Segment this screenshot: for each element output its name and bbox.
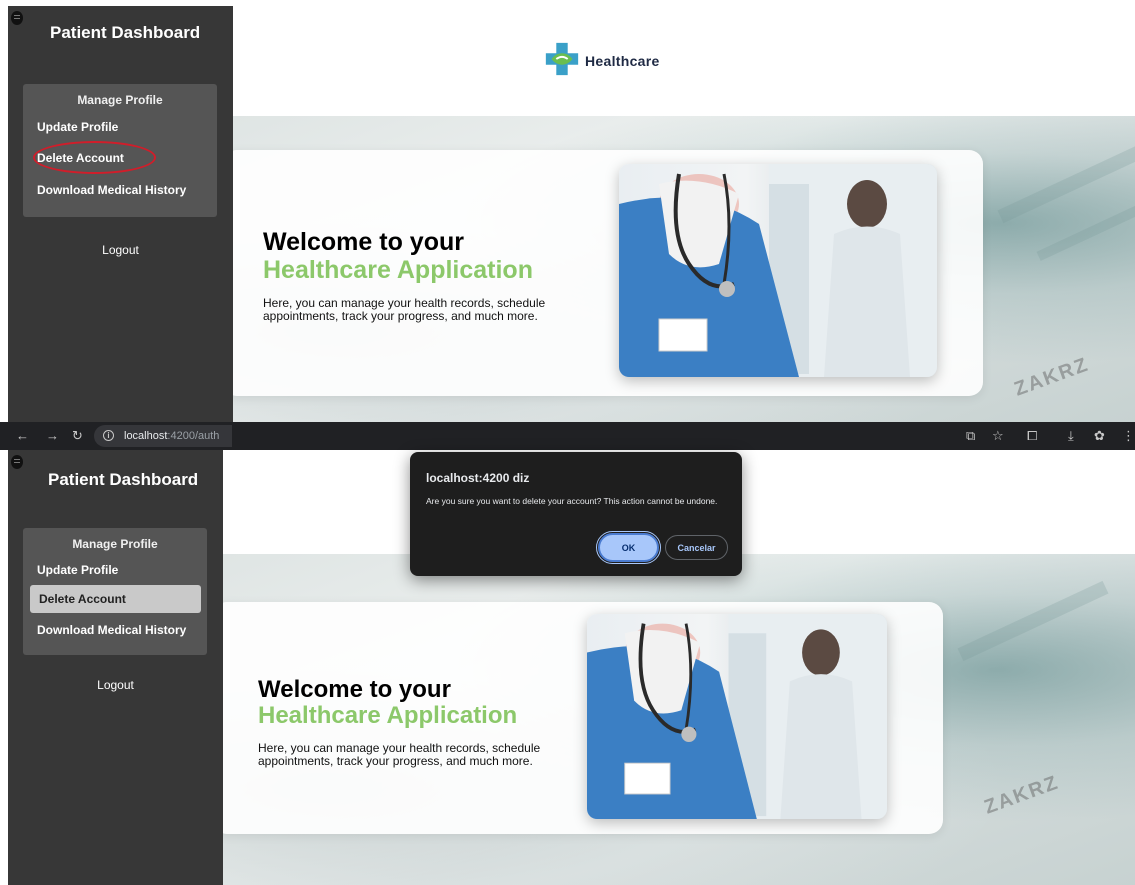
bg-decoration: ZAKRZ xyxy=(981,771,1063,819)
forward-arrow-icon[interactable]: → xyxy=(46,428,59,443)
welcome-heading: Welcome to your xyxy=(263,228,464,256)
sidebar: Patient Dashboard Manage Profile Update … xyxy=(8,450,223,885)
dialog-title: localhost:4200 diz xyxy=(426,471,530,485)
sidebar-title: Patient Dashboard xyxy=(50,23,201,42)
cancel-button[interactable]: Cancelar xyxy=(665,535,728,560)
confirm-delete-dialog: localhost:4200 diz Are you sure you want… xyxy=(410,452,742,576)
hero-background: ZAKRZ Welcome to your Healthcare Applica… xyxy=(233,116,1135,422)
ok-button[interactable]: OK xyxy=(596,531,661,564)
update-profile-link[interactable]: Update Profile xyxy=(37,120,118,134)
doctor-illustration xyxy=(619,164,937,377)
welcome-subheading: Healthcare Application xyxy=(258,702,518,729)
translate-icon[interactable]: ⧉ xyxy=(966,428,975,444)
browser-toolbar: ← → ↻ i localhost:4200/auth ⧉ ☆ ⧠ ⤓ ✿ ⋮ xyxy=(0,422,1135,450)
sidebar-title: Patient Dashboard xyxy=(48,470,199,489)
brand-name: Healthcare xyxy=(585,53,660,69)
bookmark-star-icon[interactable]: ☆ xyxy=(992,428,1004,444)
welcome-card: Welcome to your Healthcare Application H… xyxy=(233,150,983,396)
logout-link[interactable]: Logout xyxy=(8,678,223,692)
welcome-description: Here, you can manage your health records… xyxy=(258,741,541,768)
welcome-heading: Welcome to your xyxy=(258,676,451,703)
dialog-message: Are you sure you want to delete your acc… xyxy=(426,496,718,506)
dashboard-screenshot-before: Patient Dashboard Manage Profile Update … xyxy=(8,6,1135,422)
site-info-icon[interactable]: i xyxy=(103,430,114,441)
url-path: :4200/auth xyxy=(167,430,220,442)
doctor-photo xyxy=(587,614,887,819)
sidebar: Patient Dashboard Manage Profile Update … xyxy=(8,6,233,422)
manage-profile-heading: Manage Profile xyxy=(72,537,158,551)
delete-account-active-item[interactable]: Delete Account xyxy=(30,585,201,613)
download-medical-history-link[interactable]: Download Medical History xyxy=(37,623,186,637)
hero-background: ZAKRZ Welcome to your Healthcare Applica… xyxy=(223,554,1135,885)
url-text[interactable]: localhost:4200/auth xyxy=(124,430,219,442)
bg-decoration xyxy=(1036,201,1135,261)
header: Healthcare xyxy=(233,6,1135,116)
delete-account-link[interactable]: Delete Account xyxy=(37,151,124,165)
main-content: Healthcare ZAKRZ Welcome to your Healthc… xyxy=(233,6,1135,422)
download-icon[interactable]: ⤓ xyxy=(1068,428,1074,444)
manage-profile-panel: Manage Profile Update Profile Delete Acc… xyxy=(23,528,207,655)
reload-icon[interactable]: ↻ xyxy=(72,428,83,444)
logout-link[interactable]: Logout xyxy=(8,243,233,257)
welcome-subheading: Healthcare Application xyxy=(263,256,533,284)
bg-decoration xyxy=(957,580,1109,662)
manage-profile-heading: Manage Profile xyxy=(77,93,163,107)
welcome-description: Here, you can manage your health records… xyxy=(263,296,546,323)
download-medical-history-link[interactable]: Download Medical History xyxy=(37,183,186,197)
back-arrow-icon[interactable]: ← xyxy=(16,428,29,443)
profile-avatar-icon[interactable]: ✿ xyxy=(1094,428,1105,444)
more-menu-icon[interactable]: ⋮ xyxy=(1122,428,1135,444)
url-host: localhost xyxy=(124,430,168,442)
update-profile-link[interactable]: Update Profile xyxy=(37,563,118,577)
bg-decoration: ZAKRZ xyxy=(1011,353,1093,401)
manage-profile-panel: Manage Profile Update Profile Delete Acc… xyxy=(23,84,217,217)
doctor-illustration xyxy=(587,614,887,819)
welcome-card: Welcome to your Healthcare Application H… xyxy=(223,602,943,834)
menu-icon[interactable] xyxy=(11,455,23,469)
delete-account-link[interactable]: Delete Account xyxy=(39,592,126,606)
menu-icon[interactable] xyxy=(11,11,23,25)
extensions-icon[interactable]: ⧠ xyxy=(1027,428,1037,444)
bg-decoration xyxy=(997,142,1135,224)
doctor-photo xyxy=(619,164,937,377)
medical-cross-icon xyxy=(545,42,579,76)
